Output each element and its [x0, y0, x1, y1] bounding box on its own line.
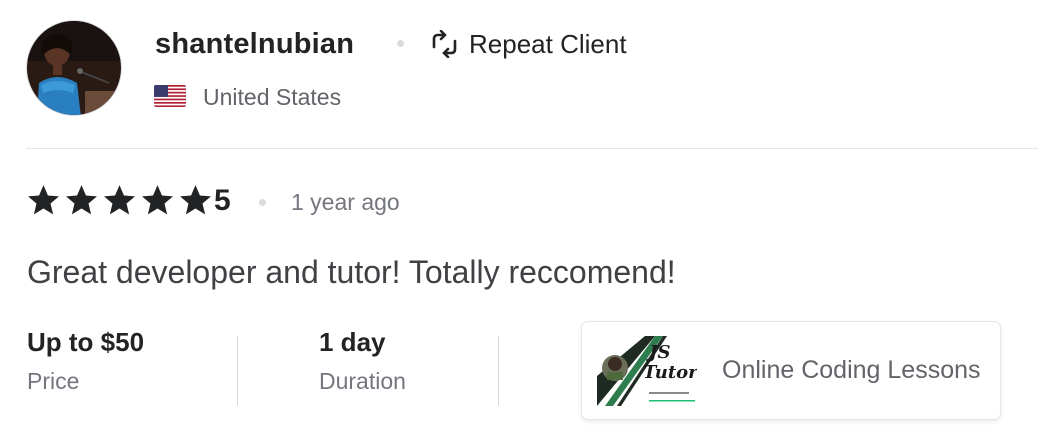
gig-thumb-title-line2: Tutor [643, 362, 697, 383]
duration-label: Duration [319, 368, 406, 394]
separator-dot [259, 199, 266, 206]
price-value: Up to $50 [27, 327, 145, 357]
star-rating [26, 184, 213, 217]
repeat-arrows-icon [432, 30, 457, 58]
reviewer-username[interactable]: shantelnubian [155, 24, 354, 64]
reviewer-country: United States [203, 84, 342, 110]
duration-value: 1 day [319, 327, 386, 357]
star-icon [28, 185, 59, 215]
gig-card[interactable]: JS Tutor Online Coding Lessons [581, 321, 1001, 420]
repeat-client-label: Repeat Client [469, 29, 627, 59]
price-label: Price [27, 368, 80, 394]
review-time: 1 year ago [291, 189, 400, 215]
star-icon [180, 185, 211, 215]
star-icon [104, 185, 135, 215]
gig-thumb-title-line1: JS [646, 342, 671, 363]
separator-dot [397, 40, 404, 47]
gig-title[interactable]: Online Coding Lessons [722, 354, 981, 386]
reviewer-avatar[interactable] [26, 20, 122, 116]
rating-value: 5 [214, 184, 231, 217]
header-divider [26, 148, 1038, 149]
star-icon [66, 185, 97, 215]
gig-thumbnail: JS Tutor [597, 336, 697, 406]
repeat-client-badge: Repeat Client [428, 27, 627, 61]
us-flag-icon [154, 85, 186, 107]
meta-divider [237, 336, 238, 406]
star-icon [142, 185, 173, 215]
avatar-image [27, 21, 121, 115]
meta-divider [498, 336, 499, 406]
review-text: Great developer and tutor! Totally recco… [27, 254, 676, 290]
